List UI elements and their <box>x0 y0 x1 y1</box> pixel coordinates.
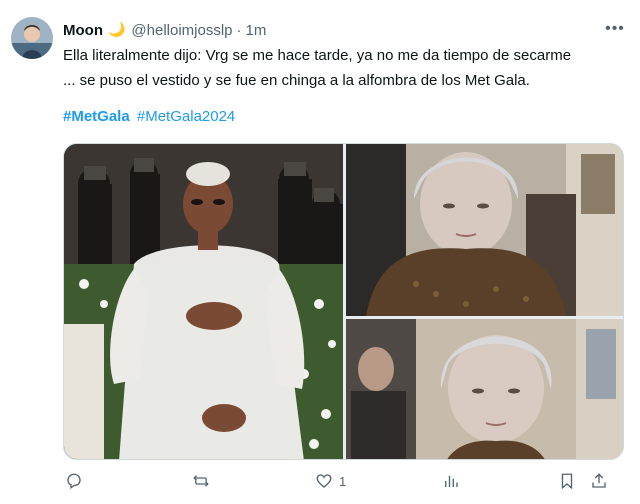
like-count: 1 <box>339 473 347 489</box>
tweet-text-line: ... se puso el vestido y se fue en ching… <box>63 72 530 89</box>
retweet-icon <box>193 475 209 487</box>
display-name[interactable]: Moon <box>63 22 103 39</box>
reply-button[interactable] <box>65 472 89 490</box>
views-icon <box>445 475 458 487</box>
more-options-icon[interactable]: ••• <box>600 17 630 41</box>
reply-icon <box>67 473 81 490</box>
media-image-left[interactable] <box>64 144 343 459</box>
avatar[interactable] <box>11 17 53 59</box>
share-button[interactable] <box>590 472 608 490</box>
heart-icon <box>316 474 332 488</box>
separator-dot: · <box>236 21 242 39</box>
hashtag-link[interactable]: #MetGala <box>63 108 130 125</box>
share-icon <box>592 473 606 488</box>
like-button[interactable]: 1 <box>315 472 346 490</box>
media-image-bottom-right[interactable] <box>346 319 623 459</box>
tweet-card[interactable]: Moon 🌙 @helloimjosslp · 1m ••• Ella lite… <box>0 0 640 504</box>
user-handle[interactable]: @helloimjosslp <box>131 22 232 39</box>
tweet-header: Moon 🌙 @helloimjosslp · 1m <box>63 19 266 41</box>
views-button[interactable] <box>442 472 466 490</box>
media-grid <box>63 143 624 460</box>
bookmark-icon <box>561 473 573 490</box>
hashtag-link[interactable]: #MetGala2024 <box>137 108 235 125</box>
media-image-top-right[interactable] <box>346 144 623 316</box>
hashtags: #MetGala #MetGala2024 <box>63 108 235 125</box>
tweet-actions: 1 <box>50 470 610 498</box>
retweet-button[interactable] <box>192 472 216 490</box>
tweet-text-line: Ella literalmente dijo: Vrg se me hace t… <box>63 47 572 64</box>
bookmark-button[interactable] <box>558 472 576 490</box>
tweet-text: Ella literalmente dijo: Vrg se me hace t… <box>63 43 631 93</box>
timestamp[interactable]: 1m <box>246 22 267 39</box>
moon-emoji-icon: 🌙 <box>107 22 126 38</box>
